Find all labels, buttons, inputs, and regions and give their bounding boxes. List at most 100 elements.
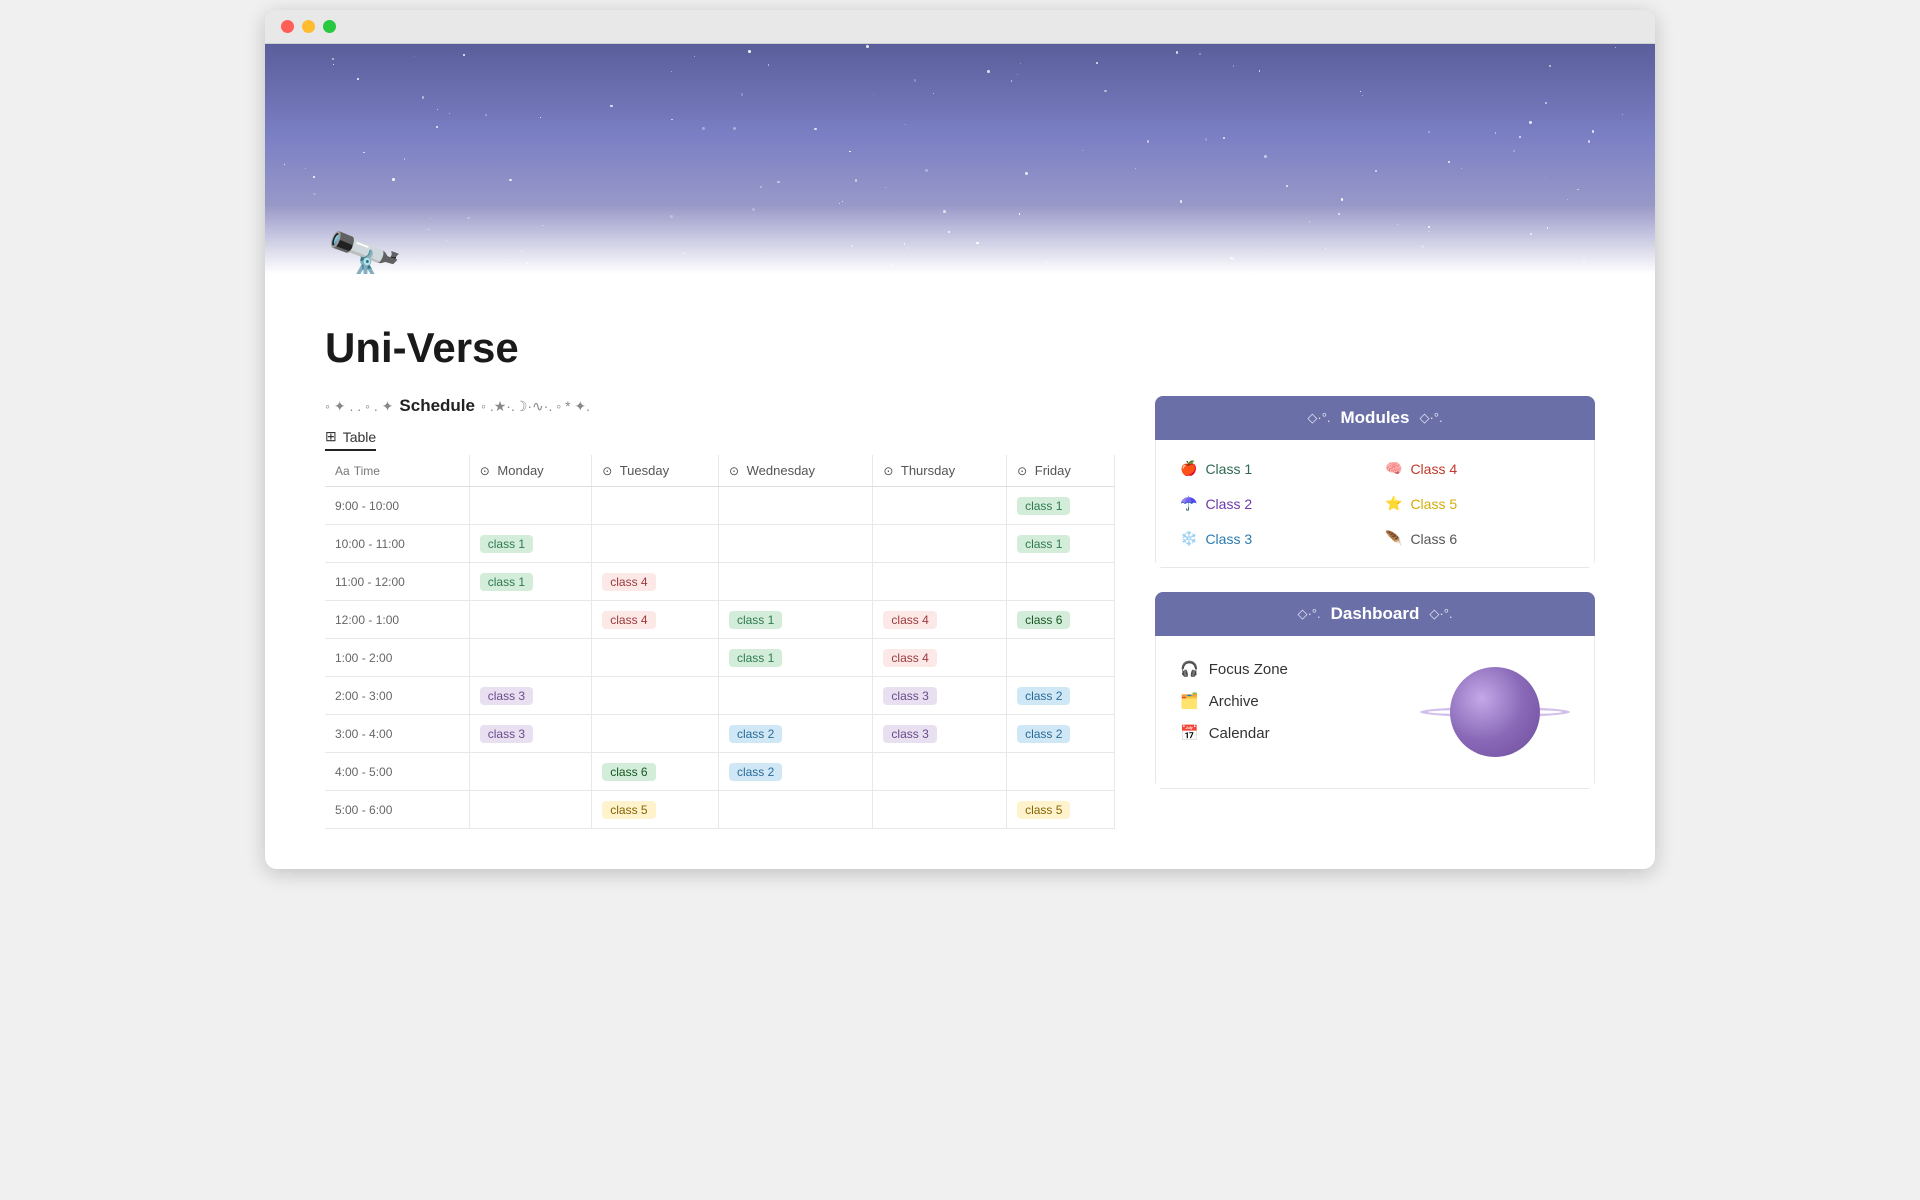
- class-badge[interactable]: class 3: [883, 687, 936, 705]
- class-cell[interactable]: class 3: [873, 677, 1007, 715]
- class-cell[interactable]: [469, 601, 592, 639]
- time-cell: 1:00 - 2:00: [325, 639, 469, 677]
- class-badge[interactable]: class 4: [602, 573, 655, 591]
- class-cell[interactable]: [873, 791, 1007, 829]
- class-badge[interactable]: class 6: [602, 763, 655, 781]
- class-cell[interactable]: [469, 791, 592, 829]
- class-cell[interactable]: [592, 715, 719, 753]
- class-cell[interactable]: [718, 677, 872, 715]
- time-cell: 2:00 - 3:00: [325, 677, 469, 715]
- class-cell[interactable]: class 3: [469, 715, 592, 753]
- modules-panel-body: 🍎Class 1 🧠Class 4 ☂️Class 2 ⭐Class 5 ❄️Class…: [1155, 440, 1595, 568]
- class-cell[interactable]: class 5: [592, 791, 719, 829]
- maximize-button[interactable]: [323, 20, 336, 33]
- class-cell[interactable]: [469, 487, 592, 525]
- table-row: 11:00 - 12:00class 1class 4: [325, 563, 1115, 601]
- class-badge[interactable]: class 1: [729, 649, 782, 667]
- class-badge[interactable]: class 1: [480, 535, 533, 553]
- class-cell[interactable]: [718, 563, 872, 601]
- class-cell[interactable]: class 1: [1007, 525, 1115, 563]
- schedule-table: Aa Time ⊙ Monday ⊙ Tu: [325, 455, 1115, 829]
- class-cell[interactable]: [469, 753, 592, 791]
- class-cell[interactable]: [1007, 753, 1115, 791]
- class-cell[interactable]: [718, 487, 872, 525]
- class-cell[interactable]: class 2: [1007, 715, 1115, 753]
- table-row: 3:00 - 4:00class 3class 2class 3class 2: [325, 715, 1115, 753]
- dashboard-link-focus-zone[interactable]: 🎧Focus Zone: [1180, 660, 1288, 678]
- class-cell[interactable]: class 2: [718, 753, 872, 791]
- class-cell[interactable]: [873, 487, 1007, 525]
- class-cell[interactable]: class 1: [469, 563, 592, 601]
- class-cell[interactable]: class 4: [873, 601, 1007, 639]
- class-cell[interactable]: [1007, 639, 1115, 677]
- telescope-icon: 🔭: [325, 229, 405, 274]
- class-cell[interactable]: class 2: [1007, 677, 1115, 715]
- class-badge[interactable]: class 2: [729, 763, 782, 781]
- dashboard-link-archive[interactable]: 🗂️Archive: [1180, 692, 1288, 710]
- class-badge[interactable]: class 3: [480, 687, 533, 705]
- class-badge[interactable]: class 5: [602, 801, 655, 819]
- module-item-class5[interactable]: ⭐Class 5: [1385, 491, 1570, 516]
- class-badge[interactable]: class 2: [729, 725, 782, 743]
- class-badge[interactable]: class 2: [1017, 687, 1070, 705]
- module-item-class6[interactable]: 🪶Class 6: [1385, 526, 1570, 551]
- module-item-class4[interactable]: 🧠Class 4: [1385, 456, 1570, 481]
- class-cell[interactable]: [592, 487, 719, 525]
- class-badge[interactable]: class 1: [1017, 535, 1070, 553]
- class-cell[interactable]: class 3: [469, 677, 592, 715]
- class-cell[interactable]: class 4: [592, 563, 719, 601]
- class-cell[interactable]: class 1: [1007, 487, 1115, 525]
- class-cell[interactable]: class 2: [718, 715, 872, 753]
- col-wednesday: ⊙ Wednesday: [718, 455, 872, 487]
- close-button[interactable]: [281, 20, 294, 33]
- class-cell[interactable]: [718, 525, 872, 563]
- class-cell[interactable]: class 6: [1007, 601, 1115, 639]
- schedule-body: 9:00 - 10:00class 110:00 - 11:00class 1c…: [325, 487, 1115, 829]
- class-badge[interactable]: class 1: [1017, 497, 1070, 515]
- module-item-class3[interactable]: ❄️Class 3: [1180, 526, 1365, 551]
- class-cell[interactable]: [592, 639, 719, 677]
- class-cell[interactable]: [469, 639, 592, 677]
- class-cell[interactable]: [592, 525, 719, 563]
- browser-window: 🔭 Uni-Verse ◦ ✦ . . ◦ . ✦ Schedule ◦ .★·…: [265, 10, 1655, 869]
- class-badge[interactable]: class 6: [1017, 611, 1070, 629]
- module-item-class2[interactable]: ☂️Class 2: [1180, 491, 1365, 516]
- class-cell[interactable]: [873, 563, 1007, 601]
- class-badge[interactable]: class 4: [883, 649, 936, 667]
- class-badge[interactable]: class 1: [729, 611, 782, 629]
- deco-left: ◦ ✦ . . ◦ . ✦: [325, 398, 393, 415]
- time-col-icon: Aa: [335, 464, 350, 478]
- class-badge[interactable]: class 4: [602, 611, 655, 629]
- class-cell[interactable]: class 4: [873, 639, 1007, 677]
- module-emoji: 🪶: [1385, 530, 1402, 547]
- class-badge[interactable]: class 1: [480, 573, 533, 591]
- class-cell[interactable]: [873, 525, 1007, 563]
- dash-emoji: 🎧: [1180, 660, 1199, 678]
- deco-right: ◦ .★·.☽·∿·. ◦ * ✦.: [481, 398, 590, 415]
- class-cell[interactable]: class 1: [718, 601, 872, 639]
- module-item-class1[interactable]: 🍎Class 1: [1180, 456, 1365, 481]
- class-badge[interactable]: class 5: [1017, 801, 1070, 819]
- time-cell: 10:00 - 11:00: [325, 525, 469, 563]
- class-cell[interactable]: [718, 791, 872, 829]
- class-cell[interactable]: class 6: [592, 753, 719, 791]
- dashboard-panel-body: 🎧Focus Zone 🗂️Archive 📅Calendar: [1155, 636, 1595, 789]
- class-cell[interactable]: class 5: [1007, 791, 1115, 829]
- class-cell[interactable]: [592, 677, 719, 715]
- table-label: ⊞ Table: [325, 428, 376, 451]
- modules-grid: 🍎Class 1 🧠Class 4 ☂️Class 2 ⭐Class 5 ❄️Class…: [1180, 456, 1570, 551]
- dashboard-link-calendar[interactable]: 📅Calendar: [1180, 724, 1288, 742]
- class-cell[interactable]: [1007, 563, 1115, 601]
- schedule-title: Schedule: [399, 396, 475, 416]
- class-badge[interactable]: class 2: [1017, 725, 1070, 743]
- class-cell[interactable]: class 1: [469, 525, 592, 563]
- class-badge[interactable]: class 3: [883, 725, 936, 743]
- class-cell[interactable]: [873, 753, 1007, 791]
- class-badge[interactable]: class 3: [480, 725, 533, 743]
- minimize-button[interactable]: [302, 20, 315, 33]
- class-cell[interactable]: class 1: [718, 639, 872, 677]
- class-badge[interactable]: class 4: [883, 611, 936, 629]
- class-cell[interactable]: class 4: [592, 601, 719, 639]
- col-icon: ⊙: [602, 464, 612, 478]
- class-cell[interactable]: class 3: [873, 715, 1007, 753]
